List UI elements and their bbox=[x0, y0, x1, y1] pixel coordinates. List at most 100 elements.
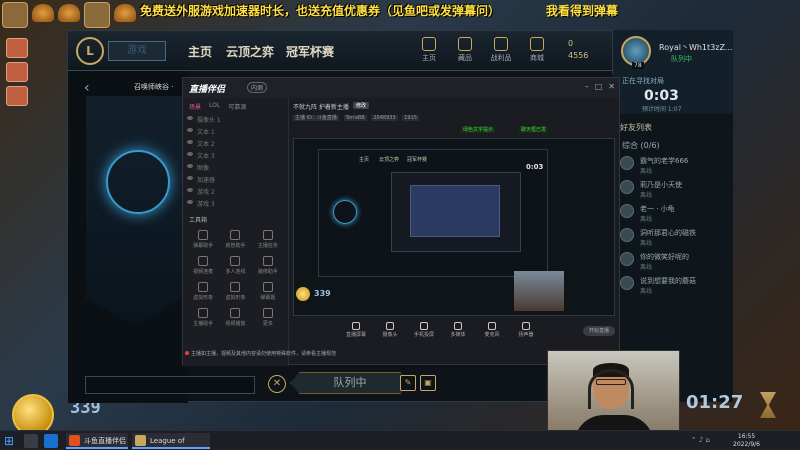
eye-icon[interactable] bbox=[187, 128, 193, 132]
control-speaker[interactable]: 扬声器 bbox=[513, 322, 539, 338]
list-item[interactable]: 老一 · 小龟 离线 bbox=[620, 202, 730, 228]
eye-icon[interactable] bbox=[187, 116, 193, 120]
camera-icon bbox=[386, 322, 394, 330]
control-label: 直播屏幕 bbox=[345, 332, 366, 338]
start-stream-button[interactable]: 开始直播 bbox=[583, 326, 615, 336]
overlay-queue-timer: 01:27 bbox=[686, 392, 744, 413]
friend-name: 你的微笑好呢的 bbox=[640, 253, 689, 261]
eye-icon[interactable] bbox=[187, 200, 193, 204]
tool-item[interactable]: 视频连麦 bbox=[187, 254, 219, 278]
scene-label: 游戏 2 bbox=[197, 189, 215, 196]
top-home[interactable]: 主页 bbox=[411, 37, 447, 63]
control-media[interactable]: 多媒体 bbox=[445, 322, 471, 338]
scene-item[interactable]: 文本 3 bbox=[183, 151, 288, 163]
scene-item[interactable]: 游戏 2 bbox=[183, 187, 288, 199]
eye-icon[interactable] bbox=[187, 140, 193, 144]
room-meta: 主播 ID：斗鱼直播 TerraBB 2048933 1915 bbox=[293, 114, 422, 121]
play-button[interactable]: 游戏 bbox=[108, 41, 166, 61]
search-icon[interactable] bbox=[24, 434, 38, 448]
list-item[interactable]: 莉乃是小天使 离线 bbox=[620, 178, 730, 204]
scene-item[interactable]: 加速器 bbox=[183, 175, 288, 187]
tool-item[interactable]: 视频播放 bbox=[219, 306, 251, 330]
tool-item[interactable]: 虚拟形象 bbox=[219, 280, 251, 304]
preview-portal-icon bbox=[333, 200, 357, 224]
scene-item[interactable]: 图像 bbox=[183, 163, 288, 175]
stream-logo: 直播伴侣 bbox=[189, 85, 226, 95]
queue-status-button[interactable]: 队列中 bbox=[290, 372, 410, 394]
scene-item[interactable]: 摄像头 1 bbox=[183, 115, 288, 127]
eye-icon[interactable] bbox=[187, 188, 193, 192]
control-camera[interactable]: 摄像头 bbox=[377, 322, 403, 338]
nav-home[interactable]: 主页 bbox=[188, 43, 212, 60]
friend-name: 霸气的老学666 bbox=[640, 157, 689, 165]
tab-lol[interactable]: LOL bbox=[209, 102, 220, 111]
preview-nav-home: 主页 bbox=[359, 157, 370, 163]
tool-item[interactable]: 弹幕助手 bbox=[187, 228, 219, 252]
close-icon[interactable]: ✕ bbox=[608, 82, 615, 91]
minimize-icon[interactable]: – bbox=[585, 82, 589, 91]
list-item[interactable]: 洞听那君心的磁铁 离线 bbox=[620, 226, 730, 252]
headset-icon bbox=[588, 369, 634, 409]
control-screen[interactable]: 直播屏幕 bbox=[343, 322, 369, 338]
scene-label: 文本 2 bbox=[197, 141, 215, 148]
green-notice: 绿色文字提示 bbox=[461, 126, 496, 133]
nav-tft[interactable]: 云顶之弈 bbox=[226, 43, 274, 60]
tool-item[interactable]: 多人连线 bbox=[219, 254, 251, 278]
notice-text: 主播如主播，视频及其他内容请勿使用特殊软件，请参看主播规范 bbox=[191, 351, 337, 357]
tab-source[interactable]: 可靠源 bbox=[228, 102, 246, 111]
tool-item[interactable]: 更多 bbox=[252, 306, 284, 330]
taskbar-clock[interactable]: 16:55 2022/9/6 bbox=[733, 433, 760, 449]
profile-header: Royal丶Wh1t3zZ... 队列中 bbox=[613, 30, 733, 74]
screen-icon bbox=[352, 322, 360, 330]
nav-clash[interactable]: 冠军杯赛 bbox=[286, 43, 334, 60]
preview-nested bbox=[391, 172, 521, 252]
list-item[interactable]: 你的微笑好呢的 离线 bbox=[620, 250, 730, 276]
system-tray[interactable]: ⌃ ♪ ⌂ bbox=[691, 436, 710, 444]
stream-titlebar: 直播伴侣 内测 – □ ✕ bbox=[183, 78, 619, 98]
eye-icon[interactable] bbox=[187, 164, 193, 168]
list-item[interactable]: 说到想要我的蘑菇 离线 bbox=[620, 274, 730, 300]
tool-item[interactable]: 装修助手 bbox=[252, 254, 284, 278]
tab-scene[interactable]: 场景 bbox=[189, 102, 201, 111]
tool-item[interactable]: 虚拟形象 bbox=[187, 280, 219, 304]
chat-input[interactable] bbox=[85, 376, 255, 394]
tool-icon bbox=[230, 308, 241, 318]
room-edit-tag[interactable]: 修改 bbox=[353, 102, 370, 109]
friend-avatar bbox=[620, 228, 634, 242]
username: Royal丶Wh1t3zZ... bbox=[659, 43, 733, 52]
control-phone[interactable]: 手机投屏 bbox=[411, 322, 437, 338]
tool-label: 主播任务 bbox=[257, 243, 278, 249]
eye-icon[interactable] bbox=[187, 176, 193, 180]
invite-icon[interactable]: ▣ bbox=[420, 375, 436, 391]
edit-icon[interactable]: ✎ bbox=[400, 375, 416, 391]
edge-icon[interactable] bbox=[44, 434, 58, 448]
tool-item[interactable]: 房管助手 bbox=[219, 228, 251, 252]
control-label: 摄像头 bbox=[382, 332, 398, 338]
scene-item[interactable]: 文本 1 bbox=[183, 127, 288, 139]
list-item[interactable]: 霸气的老学666 离线 bbox=[620, 154, 730, 180]
cancel-queue-button[interactable]: ✕ bbox=[268, 375, 286, 393]
lol-logo[interactable]: L bbox=[76, 37, 104, 65]
taskbar-app-douyu[interactable]: 斗鱼直播伴侣 bbox=[66, 433, 128, 449]
tool-item[interactable]: 主播任务 bbox=[252, 228, 284, 252]
control-label: 扬声器 bbox=[518, 332, 534, 338]
top-collection[interactable]: 藏品 bbox=[447, 37, 483, 63]
top-loot[interactable]: 战利品 bbox=[483, 37, 519, 63]
windows-start-icon[interactable]: ⊞ bbox=[4, 434, 18, 448]
scene-item[interactable]: 游戏 3 bbox=[183, 199, 288, 211]
back-arrow-icon[interactable]: ‹ bbox=[84, 80, 90, 96]
maximize-icon[interactable]: □ bbox=[595, 82, 603, 91]
tool-item[interactable]: 弹幕姬 bbox=[252, 280, 284, 304]
meta-item: 主播 ID：斗鱼直播 bbox=[293, 115, 339, 121]
preview-nav-tft: 云顶之弈 bbox=[379, 157, 400, 163]
top-store[interactable]: 商城 bbox=[519, 37, 555, 63]
scene-item[interactable]: 文本 2 bbox=[183, 139, 288, 151]
taskbar-app-lol[interactable]: League of Legends bbox=[132, 433, 210, 449]
burger-icon bbox=[32, 4, 54, 22]
eye-icon[interactable] bbox=[187, 152, 193, 156]
friends-group[interactable]: 综合 (0/6) bbox=[622, 140, 660, 151]
tool-label: 多人连线 bbox=[225, 269, 246, 275]
control-mic[interactable]: 麦克风 bbox=[479, 322, 505, 338]
tool-item[interactable]: 主播助手 bbox=[187, 306, 219, 330]
tool-icon bbox=[262, 282, 273, 292]
